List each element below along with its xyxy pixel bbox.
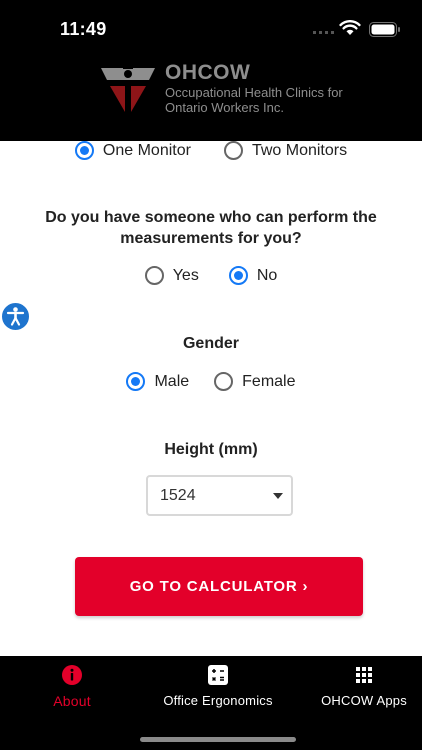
status-bar: 11:49 <box>0 0 422 56</box>
logo-subtitle: Occupational Health Clinics for Ontario … <box>165 85 343 115</box>
calculator-icon <box>208 665 228 685</box>
accessibility-button[interactable] <box>0 301 31 332</box>
male-label: Male <box>154 372 190 390</box>
tab-ohcow-apps-label: OHCOW Apps <box>321 693 407 708</box>
no-label: No <box>256 266 278 284</box>
yes-option[interactable]: Yes <box>144 266 199 285</box>
tab-about-label: About <box>53 693 91 709</box>
logo-title: OHCOW <box>165 61 251 84</box>
grid-icon <box>356 667 372 683</box>
tab-office-ergonomics-label: Office Ergonomics <box>163 693 273 708</box>
height-select[interactable]: 1524 <box>146 475 293 516</box>
two-monitors-label: Two Monitors <box>251 141 348 159</box>
app-header: OHCOW Occupational Health Clinics for On… <box>0 56 422 197</box>
measurements-radio-group: Yes No <box>0 266 422 285</box>
yes-radio[interactable] <box>144 266 164 285</box>
no-option[interactable]: No <box>228 266 278 285</box>
male-radio[interactable] <box>126 372 146 391</box>
height-value: 1524 <box>160 487 196 504</box>
ohcow-logo-icon <box>101 67 155 112</box>
two-monitors-radio[interactable] <box>223 141 243 160</box>
female-radio[interactable] <box>214 372 234 391</box>
female-option[interactable]: Female <box>214 372 296 391</box>
gender-radio-group: Male Female <box>0 372 422 391</box>
tab-ohcow-apps[interactable]: OHCOW Apps <box>318 664 410 708</box>
height-label: Height (mm) <box>164 441 258 458</box>
female-label: Female <box>242 372 296 390</box>
form-content: One Monitor Two Monitors Do you have som… <box>0 141 422 656</box>
status-time: 11:49 <box>60 19 107 39</box>
cellular-signal-icon <box>313 31 334 34</box>
one-monitor-option[interactable]: One Monitor <box>74 141 191 160</box>
two-monitors-option[interactable]: Two Monitors <box>223 141 348 160</box>
yes-label: Yes <box>172 266 199 284</box>
go-to-calculator-button[interactable]: GO TO CALCULATOR › <box>75 557 363 616</box>
monitor-count-radio-group: One Monitor Two Monitors <box>0 141 422 160</box>
tab-bar: About Office Ergonomics OHCOW Apps <box>0 656 422 750</box>
wifi-icon <box>339 20 361 35</box>
no-radio[interactable] <box>228 266 248 285</box>
accessibility-icon <box>6 307 25 326</box>
tab-about[interactable]: About <box>42 664 102 709</box>
gender-label: Gender <box>182 335 239 352</box>
one-monitor-label: One Monitor <box>102 141 191 159</box>
one-monitor-radio[interactable] <box>74 141 94 160</box>
male-option[interactable]: Male <box>126 372 189 391</box>
battery-icon <box>369 22 400 37</box>
tab-office-ergonomics[interactable]: Office Ergonomics <box>158 664 278 708</box>
home-indicator <box>140 737 296 742</box>
chevron-down-icon <box>273 493 283 499</box>
measurements-question: Do you have someone who can perform the … <box>45 209 377 247</box>
info-icon <box>62 665 82 685</box>
